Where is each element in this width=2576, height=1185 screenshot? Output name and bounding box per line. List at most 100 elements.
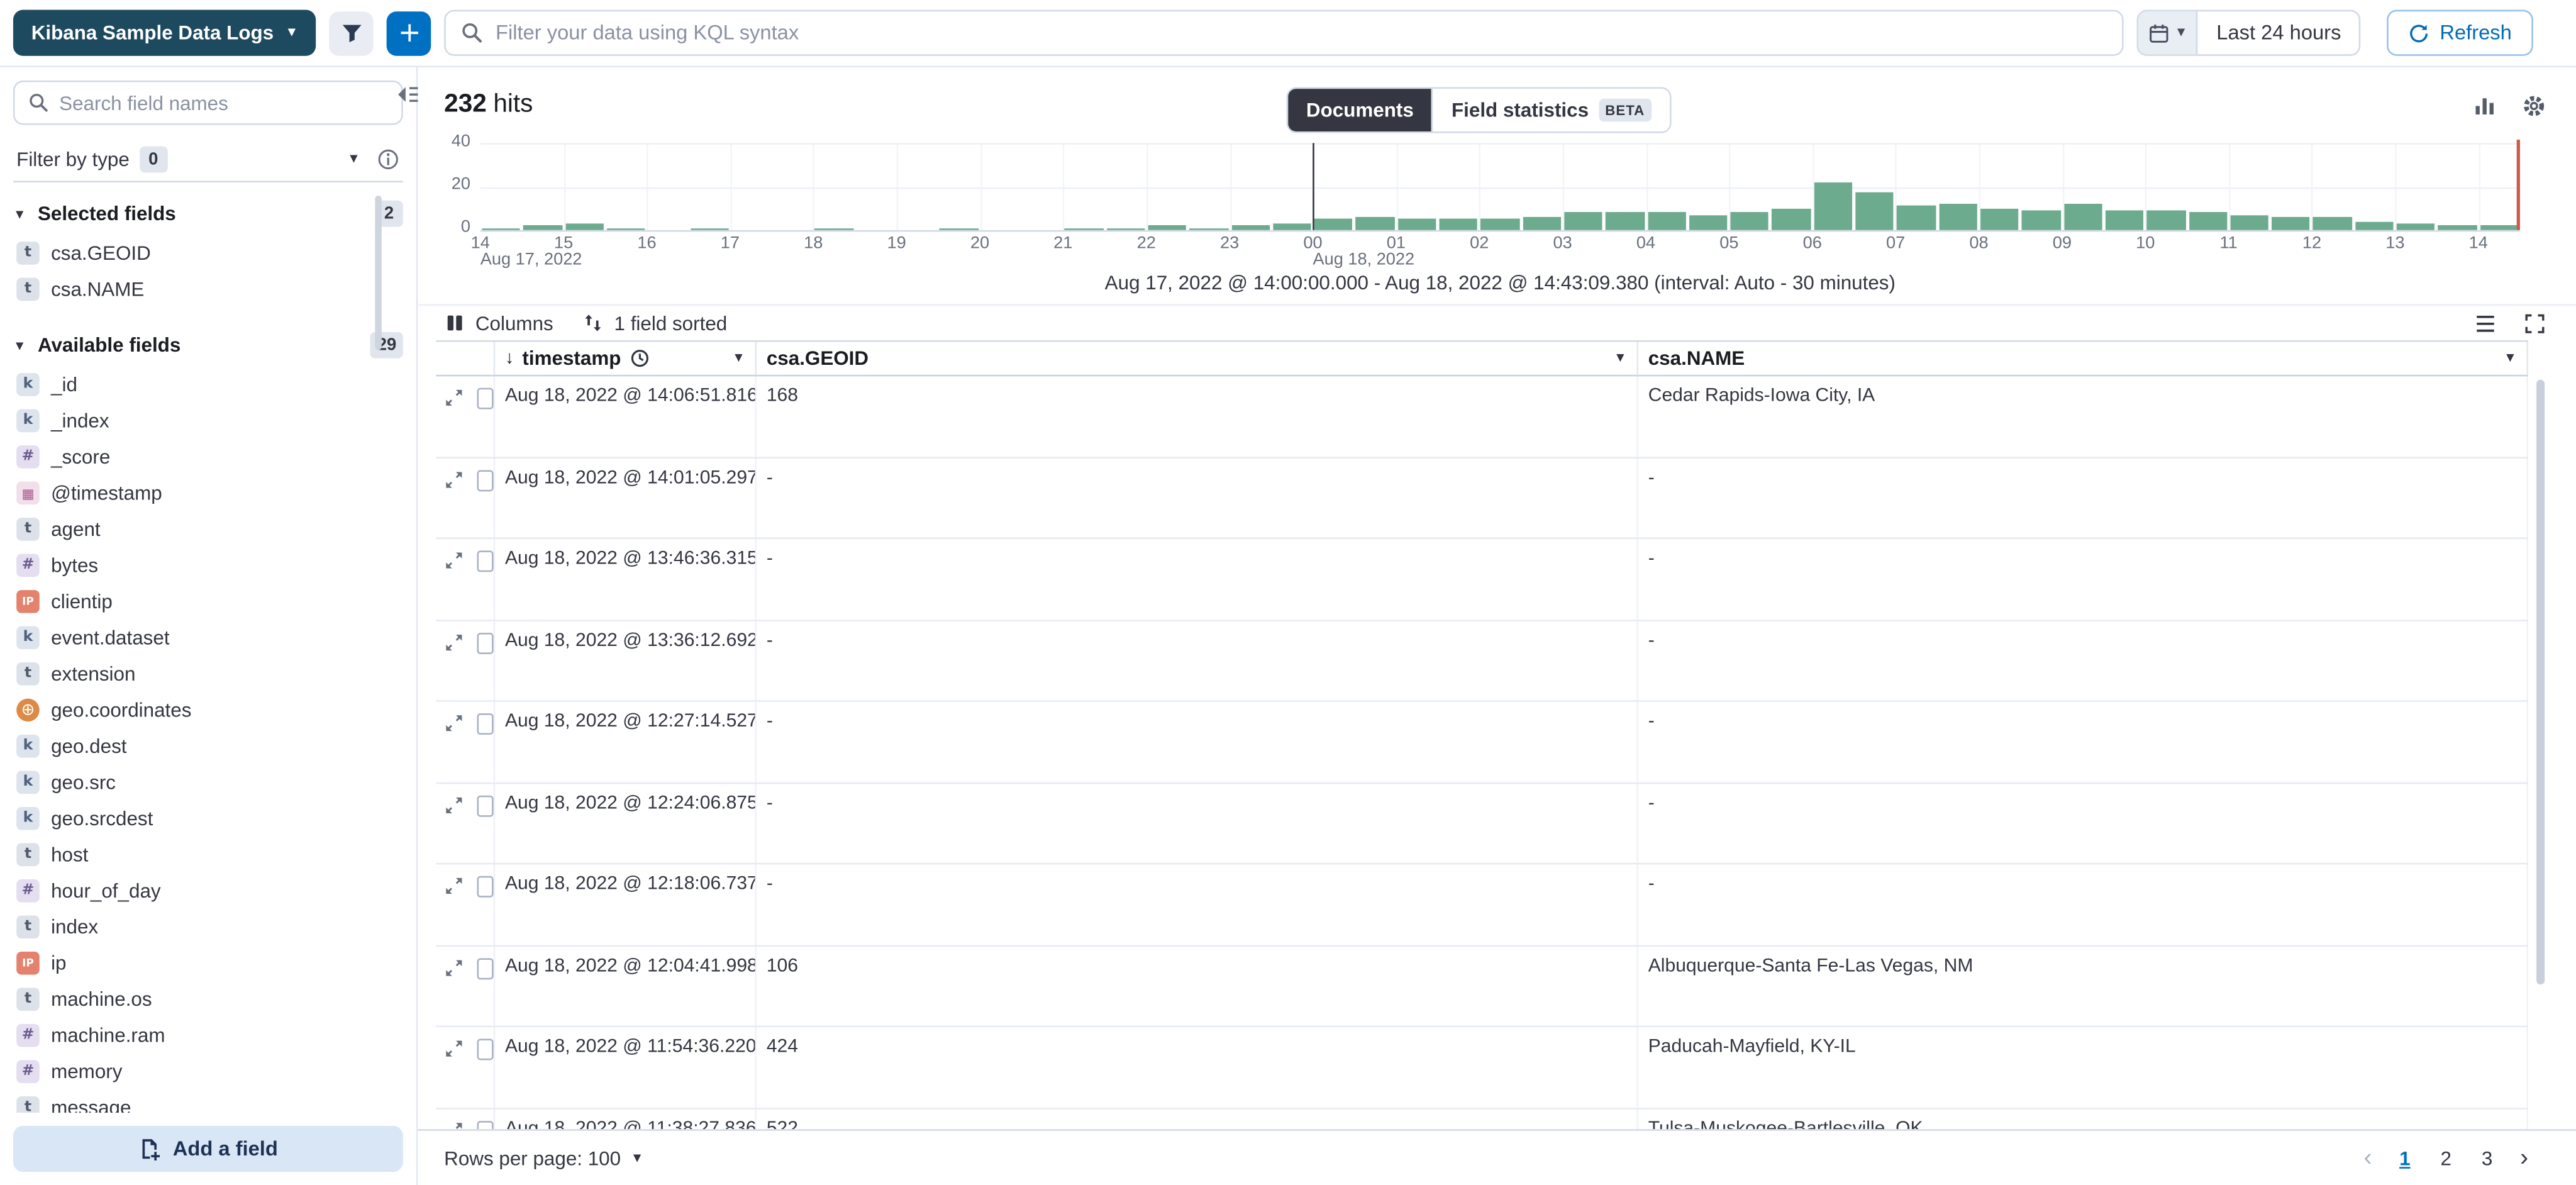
select-row-checkbox[interactable] bbox=[477, 632, 493, 654]
histogram-bar[interactable] bbox=[1273, 223, 1311, 230]
timestamp-cell[interactable]: Aug 18, 2022 @ 14:01:05.297 bbox=[495, 458, 757, 538]
csa-geoid-cell[interactable]: 106 bbox=[757, 946, 1638, 1026]
timestamp-cell[interactable]: Aug 18, 2022 @ 13:46:36.315 bbox=[495, 539, 757, 619]
csa-geoid-cell[interactable]: - bbox=[757, 702, 1638, 782]
fullscreen-button[interactable] bbox=[2523, 311, 2546, 335]
collapse-sidebar-button[interactable] bbox=[395, 82, 419, 107]
select-row-checkbox[interactable] bbox=[477, 469, 493, 491]
csa-name-cell[interactable]: Albuquerque-Santa Fe-Las Vegas, NM bbox=[1638, 946, 2528, 1026]
field-item[interactable]: ⊕geo.coordinates bbox=[13, 692, 403, 728]
field-search-input[interactable] bbox=[59, 91, 388, 114]
grid-header-csa-geoid[interactable]: csa.GEOID ▼ bbox=[757, 342, 1638, 375]
chart-options-button[interactable] bbox=[2472, 94, 2497, 118]
field-item[interactable]: tcsa.NAME bbox=[13, 271, 403, 307]
timestamp-cell[interactable]: Aug 18, 2022 @ 11:54:36.220 bbox=[495, 1027, 757, 1107]
histogram-bar[interactable] bbox=[2189, 213, 2227, 230]
select-row-checkbox[interactable] bbox=[477, 388, 493, 409]
histogram-bar[interactable] bbox=[2022, 211, 2060, 230]
histogram-bar[interactable] bbox=[1397, 220, 1436, 230]
histogram-bar[interactable] bbox=[1231, 226, 1270, 230]
field-item[interactable]: tindex bbox=[13, 909, 403, 945]
csa-name-cell[interactable]: - bbox=[1638, 620, 2528, 700]
histogram-bar[interactable] bbox=[1814, 182, 1852, 230]
field-item[interactable]: #memory bbox=[13, 1054, 403, 1089]
timestamp-cell[interactable]: Aug 18, 2022 @ 12:18:06.737 bbox=[495, 864, 757, 944]
histogram-bar[interactable] bbox=[1939, 204, 1977, 230]
csa-geoid-cell[interactable]: 522 bbox=[757, 1109, 1638, 1130]
select-row-checkbox[interactable] bbox=[477, 794, 493, 816]
grid-header-csa-name[interactable]: csa.NAME ▼ bbox=[1638, 342, 2528, 375]
sort-fields-button[interactable]: 1 field sorted bbox=[583, 311, 727, 335]
histogram-bar[interactable] bbox=[1731, 213, 1769, 230]
selected-fields-section-header[interactable]: ▼ Selected fields 2 bbox=[13, 196, 403, 231]
histogram-bar[interactable] bbox=[1980, 208, 2019, 230]
page-3-button[interactable]: 3 bbox=[2470, 1140, 2503, 1176]
csa-geoid-cell[interactable]: - bbox=[757, 539, 1638, 619]
field-item[interactable]: kgeo.src bbox=[13, 764, 403, 800]
timestamp-cell[interactable]: Aug 18, 2022 @ 14:06:51.816 bbox=[495, 376, 757, 456]
histogram-bar[interactable] bbox=[1148, 226, 1186, 230]
csa-name-cell[interactable]: Tulsa-Muskogee-Bartlesville, OK bbox=[1638, 1109, 2528, 1130]
histogram-bar[interactable] bbox=[2480, 226, 2518, 230]
field-item[interactable]: kgeo.dest bbox=[13, 728, 403, 764]
select-row-checkbox[interactable] bbox=[477, 550, 493, 572]
csa-name-cell[interactable]: - bbox=[1638, 539, 2528, 619]
data-view-picker[interactable]: Kibana Sample Data Logs ▼ bbox=[13, 10, 316, 56]
field-item[interactable]: tmachine.os bbox=[13, 981, 403, 1017]
tab-field-statistics[interactable]: Field statisticsBETA bbox=[1432, 89, 1670, 131]
filter-by-type-button[interactable]: Filter by type 0 ▼ bbox=[13, 138, 403, 183]
histogram-bar[interactable] bbox=[1481, 220, 1519, 230]
histogram-bar[interactable] bbox=[1314, 220, 1353, 230]
histogram-bar[interactable] bbox=[1440, 220, 1478, 230]
histogram-bar[interactable] bbox=[1772, 208, 1811, 230]
columns-button[interactable]: Columns bbox=[444, 311, 553, 335]
csa-name-cell[interactable]: - bbox=[1638, 864, 2528, 944]
csa-geoid-cell[interactable]: 168 bbox=[757, 376, 1638, 456]
select-row-checkbox[interactable] bbox=[477, 1120, 493, 1129]
chart-settings-button[interactable] bbox=[2522, 94, 2546, 118]
field-item[interactable]: #bytes bbox=[13, 547, 403, 583]
expand-row-button[interactable] bbox=[444, 713, 464, 733]
time-range-button[interactable]: Last 24 hours bbox=[2199, 11, 2360, 54]
timestamp-cell[interactable]: Aug 18, 2022 @ 12:24:06.875 bbox=[495, 783, 757, 863]
grid-scrollbar[interactable] bbox=[2536, 380, 2545, 985]
histogram-bar[interactable] bbox=[2147, 211, 2185, 230]
histogram-bar[interactable] bbox=[2272, 217, 2310, 230]
field-item[interactable]: textension bbox=[13, 656, 403, 692]
histogram-bar[interactable] bbox=[1897, 206, 1936, 230]
expand-row-button[interactable] bbox=[444, 1038, 464, 1058]
kql-query-input[interactable] bbox=[496, 21, 2108, 45]
next-page-button[interactable]: › bbox=[2512, 1144, 2536, 1172]
csa-geoid-cell[interactable]: - bbox=[757, 620, 1638, 700]
csa-name-cell[interactable]: - bbox=[1638, 783, 2528, 863]
page-2-button[interactable]: 2 bbox=[2429, 1140, 2462, 1176]
csa-name-cell[interactable]: Paducah-Mayfield, KY-IL bbox=[1638, 1027, 2528, 1107]
previous-page-button[interactable]: ‹ bbox=[2355, 1144, 2380, 1172]
histogram-bar[interactable] bbox=[2438, 226, 2477, 230]
field-item[interactable]: #_score bbox=[13, 439, 403, 475]
tab-documents[interactable]: Documents bbox=[1288, 89, 1431, 131]
csa-geoid-cell[interactable]: - bbox=[757, 864, 1638, 944]
timestamp-cell[interactable]: Aug 18, 2022 @ 11:38:27.836 bbox=[495, 1109, 757, 1130]
histogram-bar[interactable] bbox=[2314, 217, 2352, 230]
histogram-bar[interactable] bbox=[2230, 215, 2268, 230]
histogram-bar[interactable] bbox=[2106, 211, 2144, 230]
select-row-checkbox[interactable] bbox=[477, 876, 493, 898]
expand-row-button[interactable] bbox=[444, 632, 464, 652]
field-item[interactable]: #hour_of_day bbox=[13, 873, 403, 909]
field-item[interactable]: thost bbox=[13, 837, 403, 872]
info-icon[interactable] bbox=[377, 148, 400, 171]
histogram-bar[interactable] bbox=[1689, 215, 1728, 230]
histogram-bar[interactable] bbox=[1856, 193, 1894, 230]
histogram-bar[interactable] bbox=[2355, 221, 2394, 230]
histogram-bar[interactable] bbox=[2397, 223, 2435, 230]
csa-name-cell[interactable]: Cedar Rapids-Iowa City, IA bbox=[1638, 376, 2528, 456]
expand-row-button[interactable] bbox=[444, 876, 464, 896]
available-fields-section-header[interactable]: ▼ Available fields 29 bbox=[13, 327, 403, 363]
display-options-button[interactable] bbox=[2474, 311, 2497, 335]
field-item[interactable]: tcsa.GEOID bbox=[13, 235, 403, 271]
timestamp-cell[interactable]: Aug 18, 2022 @ 13:36:12.692 bbox=[495, 620, 757, 700]
histogram-bar[interactable] bbox=[2063, 204, 2102, 230]
page-1-button[interactable]: 1 bbox=[2389, 1140, 2421, 1176]
expand-row-button[interactable] bbox=[444, 388, 464, 408]
